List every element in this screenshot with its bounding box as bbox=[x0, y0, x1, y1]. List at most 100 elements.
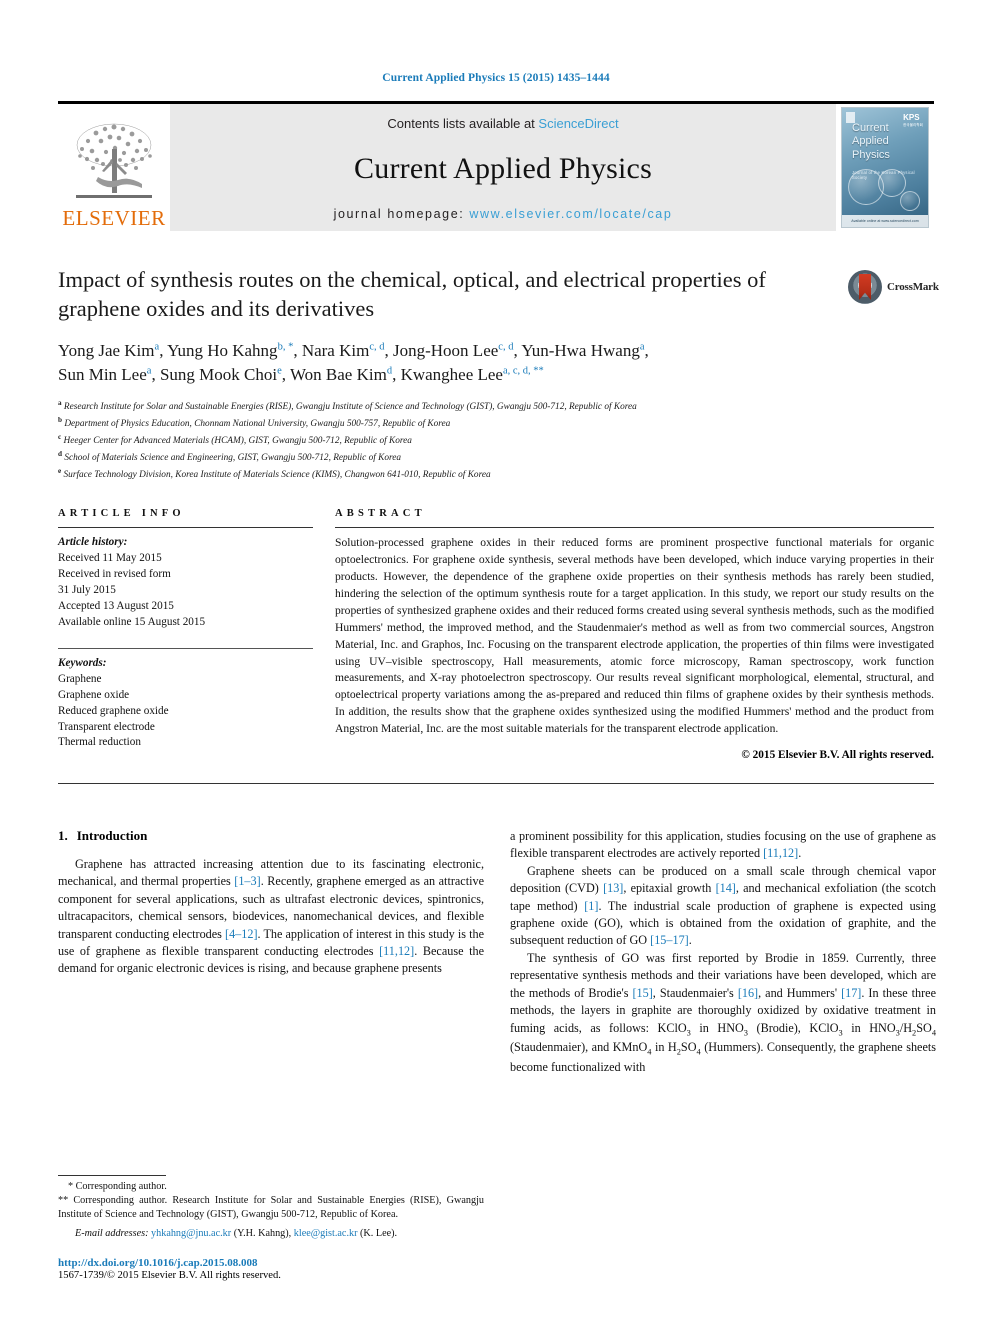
email-link-1[interactable]: yhkahng@jnu.ac.kr bbox=[151, 1228, 231, 1239]
email-link-2[interactable]: klee@gist.ac.kr bbox=[294, 1228, 358, 1239]
article-info-heading: ARTICLE INFO bbox=[58, 508, 185, 520]
divider bbox=[335, 527, 934, 529]
citation-link[interactable]: [14] bbox=[716, 881, 736, 895]
keywords-label: Keywords: bbox=[58, 656, 107, 669]
journal-title: Current Applied Physics bbox=[354, 152, 652, 185]
journal-masthead: ELSEVIER Contents lists available at Sci… bbox=[58, 101, 934, 231]
footnote-divider bbox=[58, 1174, 166, 1176]
homepage-line: journal homepage: www.elsevier.com/locat… bbox=[334, 207, 673, 221]
affiliation-item: d School of Materials Science and Engine… bbox=[58, 449, 934, 466]
affiliation-text: Surface Technology Division, Korea Insti… bbox=[63, 470, 491, 481]
cover-title-line3: Physics bbox=[852, 148, 890, 161]
affiliation-text: School of Materials Science and Engineer… bbox=[64, 453, 402, 464]
email-owner-2: (K. Lee). bbox=[360, 1227, 398, 1239]
cover-title: Current Applied Physics bbox=[852, 122, 890, 162]
citation-link[interactable]: [16] bbox=[738, 986, 758, 1000]
author-affil-mark: a bbox=[146, 365, 152, 377]
cover-society-badge: KPS 한국물리학회 bbox=[903, 113, 923, 127]
article-info-column: ARTICLE INFO Article history: Received 1… bbox=[58, 508, 313, 760]
author-affil-mark: c, d bbox=[369, 340, 385, 352]
keyword-item: Graphene oxide bbox=[58, 688, 130, 701]
citation-link[interactable]: [4–12] bbox=[225, 927, 258, 941]
author-affil-mark: a bbox=[639, 340, 645, 352]
history-item: Available online 15 August 2015 bbox=[58, 616, 206, 629]
affiliation-list: a Research Institute for Solar and Susta… bbox=[58, 398, 934, 484]
paragraph: a prominent possibility for this applica… bbox=[510, 828, 936, 861]
affiliation-text: Department of Physics Education, Chonnam… bbox=[64, 419, 451, 430]
author-name: Kwanghee Lee bbox=[400, 365, 503, 385]
crossmark-badge[interactable]: CrossMark bbox=[848, 267, 939, 307]
citation-link[interactable]: [15–17] bbox=[650, 933, 689, 947]
abstract-heading: ABSTRACT bbox=[335, 508, 426, 520]
affiliation-mark: c bbox=[58, 433, 62, 442]
doi-link[interactable]: http://dx.doi.org/10.1016/j.cap.2015.08.… bbox=[58, 1257, 484, 1269]
footnote-corresponding-2: ** Corresponding author. Research Instit… bbox=[58, 1194, 484, 1220]
citation-link[interactable]: [1–3] bbox=[234, 874, 260, 888]
citation-link[interactable]: [17] bbox=[841, 986, 861, 1000]
elsevier-wordmark: ELSEVIER bbox=[62, 206, 166, 230]
cover-footer-text: Available online at www.sciencedirect.co… bbox=[851, 219, 919, 223]
email-owner-1: (Y.H. Kahng), bbox=[233, 1227, 292, 1239]
author-affil-mark: e bbox=[277, 365, 282, 377]
author-affil-mark: b, * bbox=[277, 340, 294, 352]
citation-link[interactable]: [15] bbox=[632, 986, 652, 1000]
homepage-prefix: journal homepage: bbox=[333, 207, 470, 221]
masthead-center: Contents lists available at ScienceDirec… bbox=[170, 104, 836, 231]
affiliation-mark: a bbox=[58, 398, 62, 407]
article-page: Current Applied Physics 15 (2015) 1435–1… bbox=[0, 0, 992, 1323]
citation-link[interactable]: [11,12] bbox=[763, 846, 798, 860]
abstract-copyright: © 2015 Elsevier B.V. All rights reserved… bbox=[741, 748, 934, 761]
contents-line: Contents lists available at ScienceDirec… bbox=[387, 116, 618, 131]
author-name: Jong-Hoon Lee bbox=[393, 340, 499, 360]
paragraph: The synthesis of GO was first reported b… bbox=[510, 950, 936, 1074]
article-history: Article history: Received 11 May 2015 Re… bbox=[58, 535, 313, 630]
affiliation-item: e Surface Technology Division, Korea Ins… bbox=[58, 466, 934, 483]
divider bbox=[58, 782, 934, 784]
keyword-item: Reduced graphene oxide bbox=[58, 704, 169, 717]
affiliation-text: Heeger Center for Advanced Materials (HC… bbox=[63, 436, 412, 447]
elsevier-tree-icon bbox=[76, 123, 152, 198]
affiliation-item: c Heeger Center for Advanced Materials (… bbox=[58, 432, 934, 449]
affiliation-item: b Department of Physics Education, Chonn… bbox=[58, 415, 934, 432]
crossmark-icon bbox=[848, 270, 882, 304]
journal-cover: KPS 한국물리학회 Current Applied Physics Journ… bbox=[836, 104, 934, 231]
cover-society-sub: 한국물리학회 bbox=[903, 123, 923, 127]
footnotes-block: * Corresponding author. ** Corresponding… bbox=[58, 1174, 484, 1281]
body-columns: 1. Introduction Graphene has attracted in… bbox=[58, 828, 936, 1076]
crossmark-label: CrossMark bbox=[887, 281, 939, 293]
journal-cover-thumbnail: KPS 한국물리학회 Current Applied Physics Journ… bbox=[841, 107, 929, 228]
citation-link[interactable]: [1] bbox=[584, 899, 598, 913]
doi-block: http://dx.doi.org/10.1016/j.cap.2015.08.… bbox=[58, 1257, 484, 1281]
title-area: Impact of synthesis routes on the chemic… bbox=[58, 265, 939, 484]
footnote-corresponding-1: * Corresponding author. bbox=[68, 1180, 167, 1192]
history-item: Received 11 May 2015 bbox=[58, 552, 162, 565]
citation-link[interactable]: [11,12] bbox=[379, 944, 414, 958]
paragraph: Graphene has attracted increasing attent… bbox=[58, 856, 484, 976]
author-name: Won Bae Kim bbox=[289, 365, 387, 385]
body-column-left: 1. Introduction Graphene has attracted in… bbox=[58, 828, 484, 1076]
citation-link[interactable]: [13] bbox=[603, 881, 623, 895]
sciencedirect-link[interactable]: ScienceDirect bbox=[538, 116, 618, 131]
cover-title-line2: Applied bbox=[852, 135, 889, 148]
issn-copyright: 1567-1739/© 2015 Elsevier B.V. All right… bbox=[58, 1270, 281, 1281]
author-name: Nara Kim bbox=[301, 340, 370, 360]
author-affil-mark: c, d bbox=[498, 340, 514, 352]
paragraph: Graphene sheets can be produced on a sma… bbox=[510, 863, 936, 948]
section-heading-introduction: 1. Introduction bbox=[58, 828, 484, 844]
keyword-item: Thermal reduction bbox=[58, 736, 141, 749]
author-affil-mark: a, c, d, ** bbox=[502, 365, 544, 377]
author-affil-mark: d bbox=[386, 365, 393, 377]
author-name: Yung Ho Kahng bbox=[167, 340, 278, 360]
divider bbox=[58, 647, 313, 649]
page-title: Impact of synthesis routes on the chemic… bbox=[58, 267, 766, 322]
author-name: Yun-Hwa Hwang bbox=[521, 340, 640, 360]
cover-bubble bbox=[900, 191, 920, 211]
author-affil-mark: a bbox=[154, 340, 160, 352]
abstract-text: Solution-processed graphene oxides in th… bbox=[335, 536, 934, 735]
author-list: Yong Jae Kima, Yung Ho Kahngb, *, Nara K… bbox=[58, 340, 649, 385]
cover-footer: Available online at www.sciencedirect.co… bbox=[842, 215, 928, 227]
affiliation-item: a Research Institute for Solar and Susta… bbox=[58, 398, 934, 415]
affiliation-mark: b bbox=[58, 415, 62, 424]
abstract-column: ABSTRACT Solution-processed graphene oxi… bbox=[335, 508, 934, 761]
homepage-url-link[interactable]: www.elsevier.com/locate/cap bbox=[469, 207, 672, 221]
